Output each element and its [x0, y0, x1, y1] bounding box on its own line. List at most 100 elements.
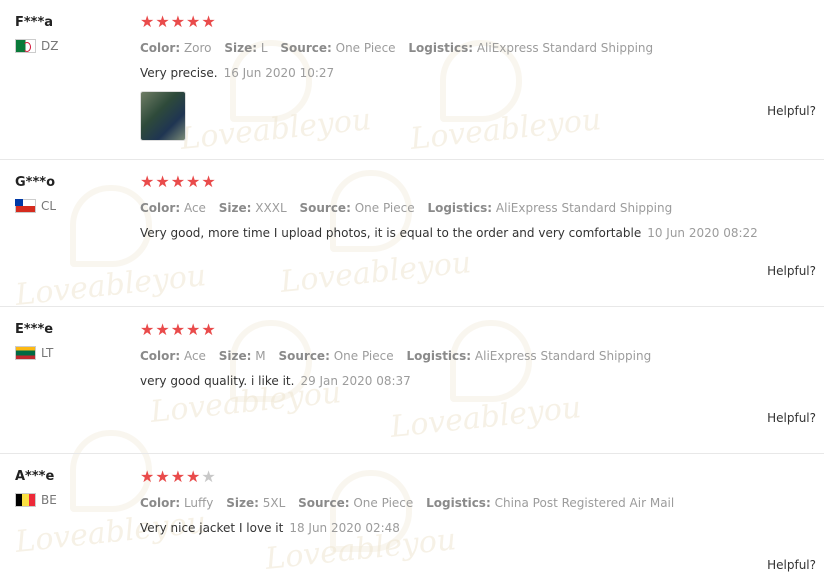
review-item: A***e BE ★★★★★ Color: Luffy Size: 5XL So… [0, 453, 824, 583]
country-code: LT [41, 346, 54, 360]
star-icon: ★ [170, 467, 187, 486]
star-icon: ★ [155, 467, 171, 486]
order-attributes: Color: Ace Size: XXXL Source: One Piece … [140, 200, 824, 216]
star-icon: ★ [186, 172, 202, 191]
attr-label-logistics: Logistics: [427, 201, 493, 215]
attr-value-source: One Piece [335, 41, 396, 55]
attr-value-size: XXXL [255, 201, 287, 215]
star-icon: ★ [155, 172, 171, 191]
star-icon: ★ [186, 320, 202, 339]
review-text-row: Very precise. 16 Jun 2020 10:27 [140, 65, 824, 81]
attr-value-source: One Piece [354, 201, 415, 215]
attr-value-size: 5XL [262, 496, 286, 510]
country-code: DZ [41, 39, 59, 53]
review-date: 16 Jun 2020 10:27 [223, 66, 335, 80]
review-date: 10 Jun 2020 08:22 [647, 226, 758, 240]
review-text: Very good, more time I upload photos, it… [140, 226, 642, 240]
reviewer: F***a DZ [15, 15, 58, 53]
review-text-row: very good quality. i like it. 29 Jan 2020… [140, 373, 824, 389]
review-date: 18 Jun 2020 02:48 [289, 521, 400, 535]
order-attributes: Color: Luffy Size: 5XL Source: One Piece… [140, 495, 824, 511]
star-empty-icon: ★ [201, 467, 217, 486]
reviewer-name: E***e [15, 322, 54, 337]
attr-label-color: Color: [140, 201, 181, 215]
country-code: CL [41, 199, 57, 213]
review-text-row: Very good, more time I upload photos, it… [140, 225, 824, 241]
review-content: ★★★★★ Color: Zoro Size: L Source: One Pi… [140, 14, 824, 141]
helpful-button[interactable]: Helpful? [767, 264, 816, 278]
attr-value-logistics: AliExpress Standard Shipping [474, 349, 652, 363]
attr-value-source: One Piece [333, 349, 394, 363]
reviewer-country: LT [15, 346, 53, 360]
attr-label-color: Color: [140, 349, 181, 363]
reviewer-country: DZ [15, 39, 58, 53]
reviewer: E***e LT [15, 322, 53, 360]
attr-value-color: Ace [183, 349, 206, 363]
attr-label-size: Size: [226, 496, 259, 510]
reviewer-country: CL [15, 199, 56, 213]
attr-label-source: Source: [299, 201, 351, 215]
review-text: Very nice jacket I love it [140, 521, 284, 535]
helpful-button[interactable]: Helpful? [767, 558, 816, 572]
reviewer-country: BE [15, 493, 57, 507]
flag-dz-icon [15, 39, 36, 53]
review-content: ★★★★★ Color: Luffy Size: 5XL Source: One… [140, 469, 824, 536]
star-icon: ★ [201, 172, 217, 191]
flag-lt-icon [15, 346, 36, 360]
attr-label-source: Source: [298, 496, 350, 510]
attr-value-color: Zoro [183, 41, 212, 55]
attr-value-logistics: AliExpress Standard Shipping [495, 201, 673, 215]
star-icon: ★ [186, 467, 202, 486]
star-rating: ★★★★★ [140, 322, 824, 338]
review-text-row: Very nice jacket I love it 18 Jun 2020 02… [140, 520, 824, 536]
star-icon: ★ [170, 12, 187, 31]
review-text: Very precise. [140, 66, 218, 80]
flag-be-icon [15, 493, 36, 507]
review-item: E***e LT ★★★★★ Color: Ace Size: M Source… [0, 306, 824, 454]
star-rating: ★★★★★ [140, 469, 824, 485]
review-content: ★★★★★ Color: Ace Size: M Source: One Pie… [140, 322, 824, 389]
star-icon: ★ [140, 320, 156, 339]
star-icon: ★ [140, 172, 156, 191]
review-item: G***o CL ★★★★★ Color: Ace Size: XXXL Sou… [0, 159, 824, 307]
attr-label-size: Size: [218, 349, 252, 363]
attr-label-logistics: Logistics: [408, 41, 474, 55]
reviewer: G***o CL [15, 175, 56, 213]
attr-label-size: Size: [224, 41, 258, 55]
attr-value-color: Luffy [183, 496, 214, 510]
star-rating: ★★★★★ [140, 174, 824, 190]
attr-label-size: Size: [218, 201, 252, 215]
reviewer-name: F***a [15, 15, 54, 30]
attr-label-source: Source: [280, 41, 332, 55]
flag-cl-icon [15, 199, 36, 213]
attr-value-logistics: China Post Registered Air Mail [494, 496, 675, 510]
order-attributes: Color: Ace Size: M Source: One Piece Log… [140, 348, 824, 364]
star-icon: ★ [155, 12, 171, 31]
star-icon: ★ [201, 320, 217, 339]
attr-value-size: M [255, 349, 266, 363]
attr-value-source: One Piece [353, 496, 414, 510]
country-code: BE [41, 493, 57, 507]
star-rating: ★★★★★ [140, 14, 824, 30]
attr-label-source: Source: [278, 349, 330, 363]
star-icon: ★ [140, 12, 156, 31]
helpful-button[interactable]: Helpful? [767, 411, 816, 425]
review-photo-thumbnail[interactable] [140, 91, 186, 141]
reviewer-name: G***o [15, 175, 55, 190]
star-icon: ★ [186, 12, 202, 31]
star-icon: ★ [170, 320, 187, 339]
attr-label-color: Color: [140, 496, 181, 510]
attr-label-color: Color: [140, 41, 181, 55]
attr-label-logistics: Logistics: [426, 496, 491, 510]
star-icon: ★ [140, 467, 156, 486]
review-item: F***a DZ ★★★★★ Color: Zoro Size: L Sourc… [0, 0, 824, 160]
order-attributes: Color: Zoro Size: L Source: One Piece Lo… [140, 40, 824, 56]
attr-value-logistics: AliExpress Standard Shipping [476, 41, 654, 55]
star-icon: ★ [170, 172, 187, 191]
review-text: very good quality. i like it. [140, 374, 295, 388]
review-content: ★★★★★ Color: Ace Size: XXXL Source: One … [140, 174, 824, 241]
attr-value-size: L [260, 41, 268, 55]
star-icon: ★ [155, 320, 171, 339]
helpful-button[interactable]: Helpful? [767, 104, 816, 118]
attr-label-logistics: Logistics: [406, 349, 472, 363]
